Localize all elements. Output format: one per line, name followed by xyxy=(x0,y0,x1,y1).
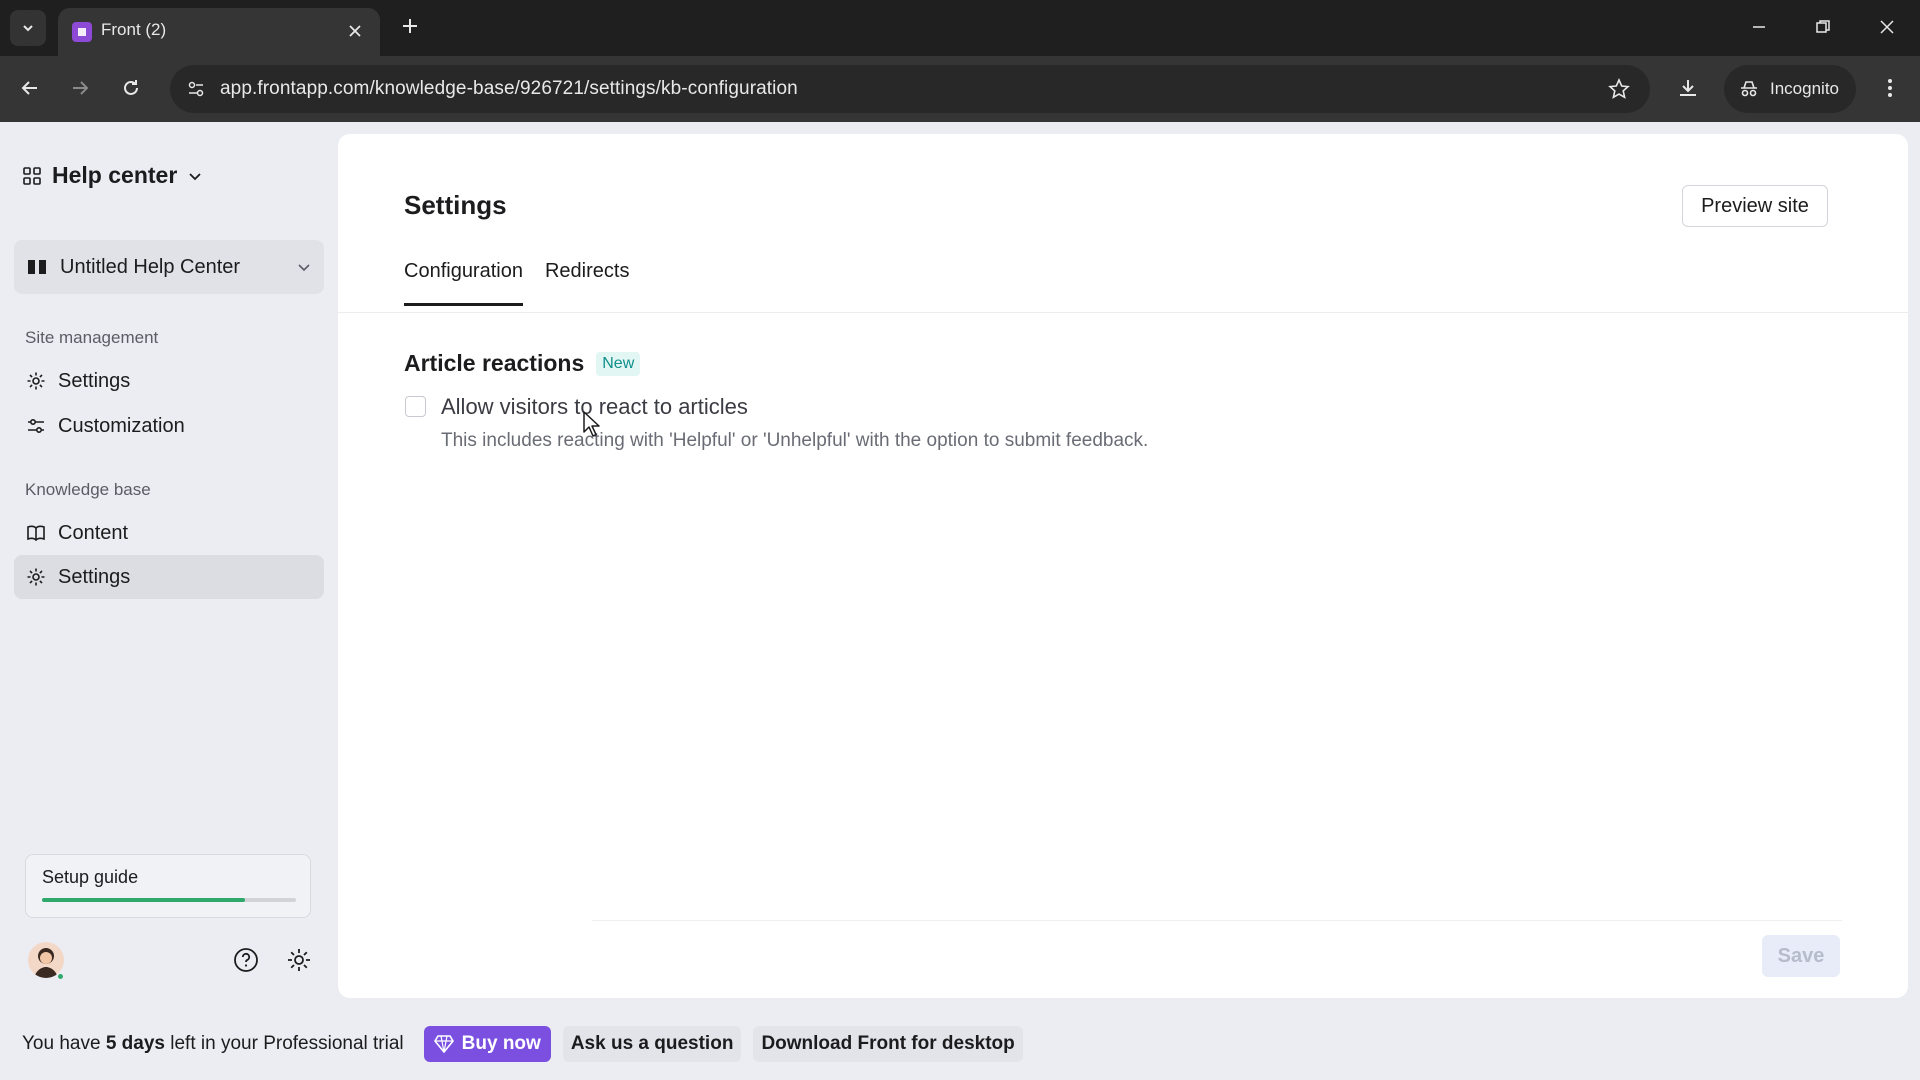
allow-reactions-checkbox[interactable] xyxy=(405,396,426,417)
save-button[interactable]: Save xyxy=(1762,935,1840,977)
preview-site-button[interactable]: Preview site xyxy=(1682,185,1828,227)
minimize-icon[interactable] xyxy=(1744,12,1774,42)
preferences-gear-icon[interactable] xyxy=(283,944,315,976)
new-tab-icon[interactable] xyxy=(396,12,424,40)
back-icon[interactable] xyxy=(14,72,46,104)
incognito-icon xyxy=(1741,81,1757,97)
buy-now-label: Buy now xyxy=(461,1033,541,1054)
sidebar-item-label: Content xyxy=(58,521,129,544)
knowledge-base-label: Knowledge base xyxy=(25,480,151,499)
knowledge-base-name: Untitled Help Center xyxy=(60,255,241,278)
section-title: Article reactions xyxy=(404,350,585,376)
setup-guide-label: Setup guide xyxy=(42,867,139,887)
online-status-dot xyxy=(56,972,65,981)
restore-icon[interactable] xyxy=(1808,12,1838,42)
bookmark-star-icon[interactable] xyxy=(1606,76,1632,102)
site-management-label: Site management xyxy=(25,328,159,347)
ask-question-button[interactable]: Ask us a question xyxy=(562,1026,742,1062)
browser-toolbar: app.frontapp.com/knowledge-base/926721/s… xyxy=(0,56,1920,122)
tab-close-icon[interactable] xyxy=(344,20,366,42)
url-text[interactable]: app.frontapp.com/knowledge-base/926721/s… xyxy=(220,78,798,100)
browser-menu-icon[interactable] xyxy=(1874,72,1906,104)
page-title: Settings xyxy=(404,190,507,220)
settings-panel: Settings Preview site Configuration Redi… xyxy=(338,134,1908,998)
gear-icon xyxy=(27,568,45,586)
incognito-indicator[interactable]: Incognito xyxy=(1724,65,1856,113)
chevron-down-icon xyxy=(298,264,310,272)
sidebar-item-site-settings[interactable]: Settings xyxy=(14,359,324,403)
trial-message: You have 5 days left in your Professiona… xyxy=(22,1033,404,1054)
allow-reactions-help: This includes reacting with 'Helpful' or… xyxy=(441,430,1149,451)
book-open-icon xyxy=(28,260,46,274)
trial-days: 5 days xyxy=(105,1033,165,1054)
front-favicon-icon xyxy=(72,22,92,42)
sidebar-item-label: Settings xyxy=(58,565,131,588)
setup-progress-fill xyxy=(42,898,246,902)
help-center-switcher[interactable]: Help center xyxy=(22,162,203,189)
setup-progress-track xyxy=(42,898,296,902)
forward-icon[interactable] xyxy=(64,72,96,104)
reload-icon[interactable] xyxy=(115,72,147,104)
app-container: Help center Untitled Help Center Site ma… xyxy=(0,122,1920,1080)
new-badge: New xyxy=(596,351,641,376)
sidebar: Help center Untitled Help Center Site ma… xyxy=(0,122,336,1002)
address-bar[interactable]: app.frontapp.com/knowledge-base/926721/s… xyxy=(170,65,1650,113)
tab-redirects[interactable]: Redirects xyxy=(545,256,629,306)
help-icon[interactable] xyxy=(230,944,262,976)
article-reactions-header: Article reactions New xyxy=(404,350,641,377)
grid-icon xyxy=(23,166,41,185)
book-icon xyxy=(27,525,45,542)
sidebar-item-label: Customization xyxy=(58,414,185,437)
sliders-icon xyxy=(28,418,44,434)
setup-guide[interactable]: Setup guide xyxy=(25,854,311,918)
site-info-icon[interactable] xyxy=(182,75,210,103)
browser-tab-bar: Front (2) xyxy=(0,0,1920,56)
chevron-down-icon xyxy=(23,25,33,32)
tab-configuration[interactable]: Configuration xyxy=(404,256,523,306)
settings-tabs: Configuration Redirects xyxy=(404,256,629,306)
tab-divider xyxy=(338,312,1908,313)
browser-tab[interactable]: Front (2) xyxy=(58,8,380,56)
download-desktop-button[interactable]: Download Front for desktop xyxy=(753,1026,1023,1062)
knowledge-base-selector[interactable]: Untitled Help Center xyxy=(14,240,324,294)
chevron-down-icon xyxy=(189,172,201,180)
trial-banner: You have 5 days left in your Professiona… xyxy=(0,1008,1920,1080)
incognito-label: Incognito xyxy=(1770,79,1839,98)
help-center-title: Help center xyxy=(52,162,178,188)
footer-divider xyxy=(592,920,1842,921)
download-icon[interactable] xyxy=(1672,72,1704,104)
sidebar-item-kb-settings[interactable]: Settings xyxy=(14,555,324,599)
diamond-icon xyxy=(433,1035,454,1053)
tab-search-button[interactable] xyxy=(10,10,46,46)
close-window-icon[interactable] xyxy=(1872,12,1902,42)
buy-now-button[interactable]: Buy now xyxy=(423,1026,551,1062)
sidebar-item-label: Settings xyxy=(58,369,131,392)
sidebar-item-customization[interactable]: Customization xyxy=(14,404,324,448)
mouse-cursor-icon xyxy=(583,411,600,437)
sidebar-item-content[interactable]: Content xyxy=(14,511,324,555)
gear-icon xyxy=(27,372,45,390)
tab-title: Front (2) xyxy=(101,20,167,39)
